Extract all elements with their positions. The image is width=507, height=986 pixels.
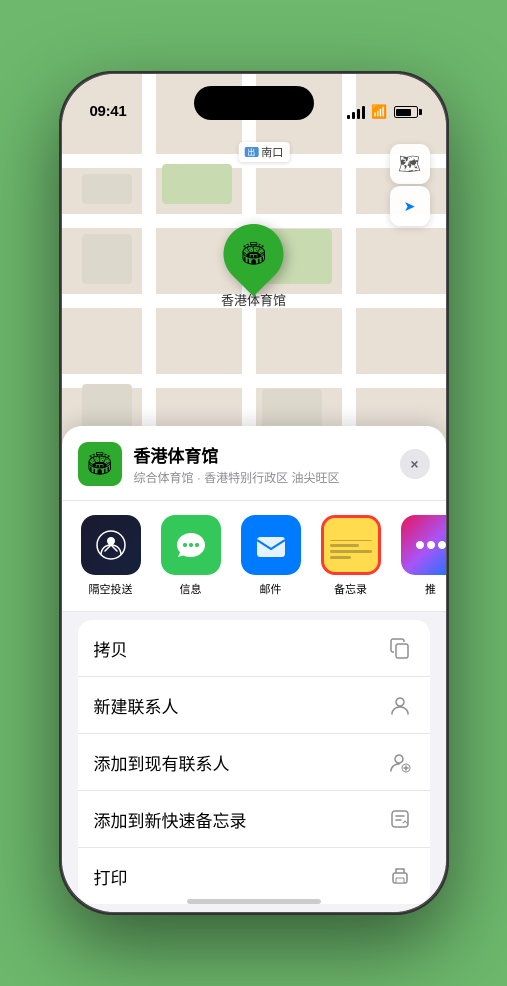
action-add-existing-text: 添加到现有联系人 bbox=[94, 750, 386, 775]
venue-icon: 🏟 bbox=[78, 442, 122, 486]
print-icon bbox=[386, 862, 414, 890]
battery-fill bbox=[396, 109, 411, 116]
notes-label: 备忘录 bbox=[334, 581, 367, 597]
map-label-text: 南口 bbox=[261, 144, 283, 160]
signal-bar-2 bbox=[352, 112, 355, 119]
action-copy[interactable]: 拷贝 bbox=[78, 620, 430, 677]
map-block-1 bbox=[162, 164, 232, 204]
mail-icon bbox=[241, 515, 301, 575]
map-label-dot: 出 bbox=[244, 147, 258, 157]
new-contact-icon bbox=[386, 691, 414, 719]
action-add-existing-contact[interactable]: 添加到现有联系人 bbox=[78, 734, 430, 791]
map-label: 出 南口 bbox=[238, 142, 289, 162]
map-btn-group: 🗺 ➤ bbox=[390, 144, 430, 226]
map-block-4 bbox=[82, 234, 132, 284]
messages-icon bbox=[161, 515, 221, 575]
pin-circle: 🏟 bbox=[211, 212, 296, 297]
map-type-button[interactable]: 🗺 bbox=[390, 144, 430, 184]
action-add-quick-note-text: 添加到新快速备忘录 bbox=[94, 807, 386, 832]
pin-inner: 🏟 bbox=[240, 241, 268, 267]
compass-button[interactable]: ➤ bbox=[390, 186, 430, 226]
airdrop-label: 隔空投送 bbox=[89, 581, 133, 597]
location-pin: 🏟 香港体育馆 bbox=[221, 224, 286, 309]
wifi-icon: 📶 bbox=[371, 104, 387, 120]
dynamic-island bbox=[194, 86, 314, 120]
share-item-more[interactable]: 推 bbox=[398, 515, 446, 597]
venue-name: 香港体育馆 bbox=[134, 442, 388, 467]
mail-label: 邮件 bbox=[260, 581, 282, 597]
home-indicator bbox=[187, 899, 321, 904]
more-dots bbox=[416, 541, 446, 549]
action-new-contact[interactable]: 新建联系人 bbox=[78, 677, 430, 734]
action-copy-text: 拷贝 bbox=[94, 636, 386, 661]
battery-icon bbox=[394, 106, 418, 118]
copy-icon bbox=[386, 634, 414, 662]
venue-info: 香港体育馆 综合体育馆 · 香港特别行政区 油尖旺区 bbox=[134, 442, 388, 486]
venue-desc: 综合体育馆 · 香港特别行政区 油尖旺区 bbox=[134, 469, 388, 486]
dot-1 bbox=[416, 541, 424, 549]
add-existing-contact-icon bbox=[386, 748, 414, 776]
phone-inner: 09:41 📶 bbox=[62, 74, 446, 912]
action-list: 拷贝 新建联系人 bbox=[78, 620, 430, 904]
airdrop-icon bbox=[81, 515, 141, 575]
share-item-mail[interactable]: 邮件 bbox=[238, 515, 304, 597]
status-icons: 📶 bbox=[347, 104, 417, 120]
bottom-sheet: 🏟 香港体育馆 综合体育馆 · 香港特别行政区 油尖旺区 × bbox=[62, 426, 446, 912]
status-time: 09:41 bbox=[90, 103, 127, 120]
map-block-2 bbox=[82, 174, 132, 204]
signal-bar-3 bbox=[357, 109, 360, 119]
phone-frame: 09:41 📶 bbox=[59, 71, 449, 915]
close-button[interactable]: × bbox=[400, 449, 430, 479]
notes-icon bbox=[321, 515, 381, 575]
share-item-airdrop[interactable]: 隔空投送 bbox=[78, 515, 144, 597]
signal-bars-icon bbox=[347, 106, 365, 119]
action-add-quick-note[interactable]: 添加到新快速备忘录 bbox=[78, 791, 430, 848]
share-row: 隔空投送 信息 bbox=[62, 501, 446, 612]
more-icon bbox=[401, 515, 446, 575]
action-new-contact-text: 新建联系人 bbox=[94, 693, 386, 718]
messages-label: 信息 bbox=[180, 581, 202, 597]
signal-bar-1 bbox=[347, 115, 350, 119]
share-item-notes[interactable]: 备忘录 bbox=[318, 515, 384, 597]
sheet-header: 🏟 香港体育馆 综合体育馆 · 香港特别行政区 油尖旺区 × bbox=[62, 426, 446, 501]
action-print-text: 打印 bbox=[94, 864, 386, 889]
dot-2 bbox=[427, 541, 435, 549]
action-print[interactable]: 打印 bbox=[78, 848, 430, 904]
share-item-messages[interactable]: 信息 bbox=[158, 515, 224, 597]
signal-bar-4 bbox=[362, 106, 365, 119]
more-label: 推 bbox=[425, 581, 436, 597]
dot-3 bbox=[438, 541, 446, 549]
quick-note-icon bbox=[386, 805, 414, 833]
